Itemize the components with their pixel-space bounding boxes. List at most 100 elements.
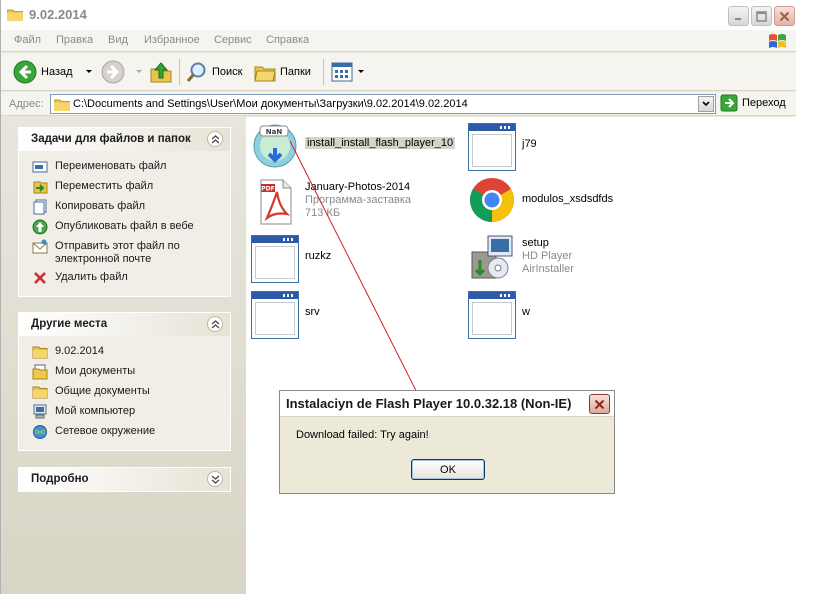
error-dialog: Instalaciyn de Flash Player 10.0.32.18 (… (279, 390, 615, 494)
task-label: Удалить файл (55, 271, 128, 283)
setup-installer-icon (471, 235, 513, 279)
file-item[interactable]: w (468, 291, 530, 339)
title-bar[interactable]: 9.02.2014 (1, 0, 796, 30)
task-rename[interactable]: Переименовать файл (19, 157, 230, 177)
address-dropdown-button[interactable] (698, 96, 714, 112)
application-icon (468, 123, 516, 171)
chevron-down-icon (136, 70, 142, 73)
up-folder-button[interactable] (149, 58, 173, 86)
search-label: Поиск (212, 66, 243, 78)
application-icon (251, 235, 299, 283)
close-button[interactable] (774, 6, 795, 26)
details-title: Подробно (31, 473, 89, 485)
file-tasks-panel: Задачи для файлов и папок Переименовать … (18, 127, 231, 297)
task-pane: Задачи для файлов и папок Переименовать … (1, 117, 246, 594)
other-places-header[interactable]: Другие места (19, 313, 230, 336)
maximize-icon (756, 10, 767, 22)
folder-icon (7, 9, 23, 21)
place-label: Мои документы (55, 365, 136, 377)
back-label: Назад (41, 66, 73, 78)
delete-icon (34, 272, 46, 284)
chevron-down-icon (85, 70, 92, 73)
file-item[interactable]: srv (251, 291, 320, 339)
folder-icon (32, 346, 48, 359)
explorer-window: 9.02.2014 Файл Правка Вид Избранное Серв… (0, 0, 796, 594)
views-icon (331, 62, 353, 82)
folders-button[interactable]: Папки (254, 58, 311, 86)
file-item[interactable]: ruzkz (251, 235, 331, 283)
collapse-icon[interactable] (207, 131, 223, 147)
my-documents-icon (32, 364, 48, 380)
ok-button[interactable]: OK (411, 459, 485, 480)
place-label: 9.02.2014 (55, 345, 104, 357)
dialog-title-bar[interactable]: Instalaciyn de Flash Player 10.0.32.18 (… (280, 391, 614, 417)
views-button[interactable] (331, 58, 365, 86)
file-item[interactable]: PDF January-Photos-2014 Программа-застав… (251, 178, 411, 226)
menu-favorites[interactable]: Избранное (144, 34, 200, 46)
forward-button[interactable] (101, 58, 143, 86)
task-email[interactable]: Отправить этот файл по электронной почте (19, 237, 230, 268)
task-publish[interactable]: Опубликовать файл в вебе (19, 217, 230, 237)
application-icon (468, 291, 516, 339)
window-title: 9.02.2014 (29, 7, 87, 22)
collapse-icon[interactable] (207, 316, 223, 332)
task-copy[interactable]: Копировать файл (19, 197, 230, 217)
my-computer-icon (33, 404, 47, 419)
details-panel: Подробно (18, 467, 231, 492)
menu-help[interactable]: Справка (266, 34, 309, 46)
details-header[interactable]: Подробно (19, 468, 230, 491)
maximize-button[interactable] (751, 6, 772, 26)
copy-file-icon (33, 199, 47, 215)
file-name: ruzkz (305, 250, 332, 262)
file-item[interactable]: NaN install_install_flash_player_10 (251, 122, 456, 170)
address-bar: Адрес: C:\Documents and Settings\User\Мо… (1, 92, 796, 116)
task-label: Копировать файл (55, 200, 146, 212)
file-item[interactable]: j79 (468, 123, 537, 171)
place-shared-documents[interactable]: Общие документы (19, 382, 230, 402)
search-button[interactable]: Поиск (186, 58, 242, 86)
place-label: Сетевое окружение (55, 425, 156, 437)
move-file-icon (33, 181, 48, 194)
task-move[interactable]: Переместить файл (19, 177, 230, 197)
task-label: Опубликовать файл в вебе (55, 220, 194, 232)
toolbar-separator (323, 59, 324, 85)
place-my-computer[interactable]: Мой компьютер (19, 402, 230, 422)
place-parent-folder[interactable]: 9.02.2014 (19, 342, 230, 362)
dialog-close-button[interactable] (589, 394, 610, 414)
back-button[interactable]: Назад (13, 58, 93, 86)
file-item[interactable]: modulos_xsdsdfds (468, 176, 613, 224)
minimize-button[interactable] (728, 6, 749, 26)
file-name: setup (522, 237, 549, 249)
file-tasks-header[interactable]: Задачи для файлов и папок (19, 128, 230, 151)
expand-icon[interactable] (207, 471, 223, 487)
flash-installer-icon: NaN (253, 124, 297, 168)
menu-tools[interactable]: Сервис (214, 34, 252, 46)
file-type: Программа-заставка (305, 194, 412, 206)
folder-icon (54, 99, 70, 111)
file-list: NaN install_install_flash_player_10 j79 … (246, 117, 796, 594)
menu-edit[interactable]: Правка (56, 34, 93, 46)
task-label: Отправить этот файл по электронной почте (55, 240, 180, 265)
menu-file[interactable]: Файл (14, 34, 41, 46)
task-delete[interactable]: Удалить файл (19, 268, 230, 288)
menu-view[interactable]: Вид (108, 34, 128, 46)
network-icon (33, 425, 47, 439)
publish-web-icon (32, 219, 48, 235)
dialog-title: Instalaciyn de Flash Player 10.0.32.18 (… (286, 396, 572, 411)
close-icon (594, 399, 605, 409)
go-button[interactable]: Переход (720, 94, 786, 112)
place-label: Мой компьютер (55, 405, 136, 417)
search-icon (186, 62, 206, 82)
task-label: Переместить файл (55, 180, 154, 192)
place-my-documents[interactable]: Мои документы (19, 362, 230, 382)
other-places-panel: Другие места 9.02.2014 Мои документы Общ… (18, 312, 231, 451)
address-input[interactable]: C:\Documents and Settings\User\Мои докум… (50, 94, 716, 114)
file-company: AirInstaller (522, 263, 574, 275)
toolbar-separator (179, 59, 180, 85)
file-item[interactable]: setup HD Player AirInstaller (468, 234, 574, 282)
place-network[interactable]: Сетевое окружение (19, 422, 230, 442)
go-label: Переход (742, 97, 786, 109)
file-name: install_install_flash_player_10 (305, 137, 456, 149)
task-label: Переименовать файл (55, 160, 167, 172)
back-arrow-icon (13, 60, 37, 84)
